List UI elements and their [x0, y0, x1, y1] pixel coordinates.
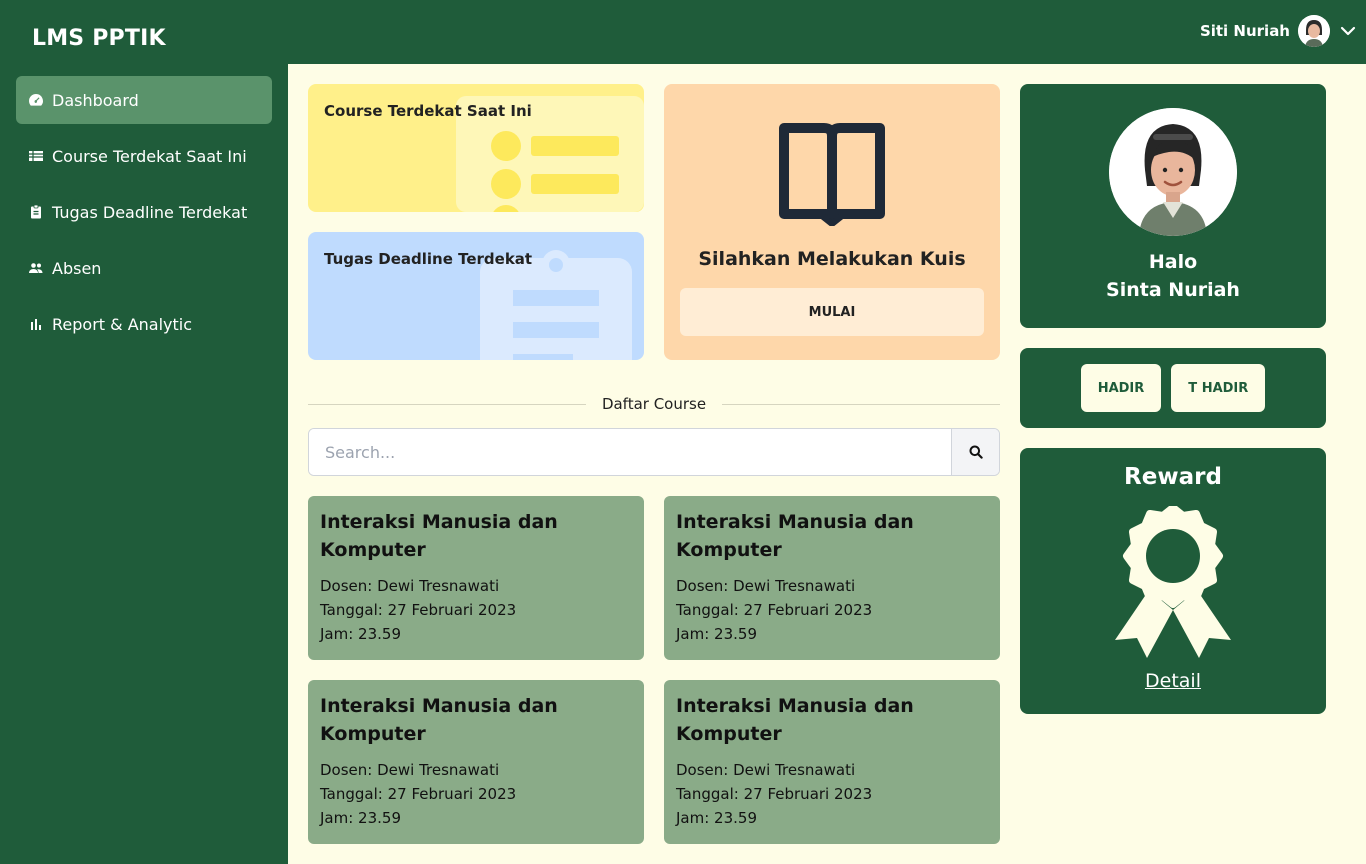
clipboard-icon — [31, 204, 41, 219]
chevron-down-icon[interactable] — [1338, 21, 1358, 41]
sidebar: Dashboard Course Terdekat Saat Ini Tugas… — [0, 64, 288, 864]
course-card[interactable]: Interaksi Manusia dan Komputer Dosen: De… — [308, 680, 644, 844]
course-card[interactable]: Interaksi Manusia dan Komputer Dosen: De… — [664, 496, 1000, 660]
course-terdekat-title: Course Terdekat Saat Ini — [324, 102, 532, 120]
kuis-title: Silahkan Melakukan Kuis — [698, 248, 966, 270]
search-bar — [308, 428, 1000, 476]
profile-name: Sinta Nuriah — [1106, 279, 1240, 301]
mulai-button[interactable]: MULAI — [680, 288, 984, 336]
profile-greeting: Halo — [1148, 251, 1198, 273]
app-brand[interactable]: LMS PPTIK — [32, 26, 166, 51]
course-section-divider: Daftar Course — [308, 392, 1001, 416]
sidebar-item-tugas-deadline[interactable]: Tugas Deadline Terdekat — [16, 188, 272, 236]
user-menu[interactable]: Siti Nuriah — [1200, 15, 1358, 47]
search-icon — [969, 445, 983, 459]
profile-avatar — [1109, 108, 1237, 236]
sidebar-item-absen[interactable]: Absen — [16, 244, 272, 292]
search-input[interactable] — [309, 429, 951, 475]
sidebar-item-label: Absen — [52, 258, 102, 278]
open-book-icon — [779, 123, 885, 226]
sidebar-item-dashboard[interactable]: Dashboard — [16, 76, 272, 124]
sidebar-item-label: Report & Analytic — [52, 314, 193, 334]
reward-card: Reward Detail — [1020, 448, 1326, 714]
sidebar-item-label: Course Terdekat Saat Ini — [52, 146, 247, 166]
course-jam: Jam: 23.59 — [320, 809, 401, 827]
course-jam: Jam: 23.59 — [676, 809, 757, 827]
course-dosen: Dosen: Dewi Tresnawati — [676, 761, 856, 779]
people-icon — [29, 263, 43, 273]
course-jam: Jam: 23.59 — [676, 625, 757, 643]
sidebar-item-label: Tugas Deadline Terdekat — [52, 202, 248, 222]
reward-detail-link[interactable]: Detail — [1020, 670, 1326, 692]
sidebar-item-report-analytic[interactable]: Report & Analytic — [16, 300, 272, 348]
top-bar: LMS PPTIK Siti Nuriah — [0, 0, 1366, 64]
course-title: Interaksi Manusia dan Komputer — [676, 511, 914, 561]
award-ribbon-icon — [1115, 506, 1231, 658]
attendance-card: HADIR T HADIR — [1020, 348, 1326, 428]
tugas-deadline-card[interactable]: Tugas Deadline Terdekat — [308, 232, 644, 360]
course-tanggal: Tanggal: 27 Februari 2023 — [320, 601, 517, 619]
course-jam: Jam: 23.59 — [320, 625, 401, 643]
course-section-label: Daftar Course — [601, 395, 707, 413]
hadir-button[interactable]: HADIR — [1080, 364, 1162, 412]
tidak-hadir-button[interactable]: T HADIR — [1171, 364, 1266, 412]
divider-line — [722, 403, 1001, 405]
course-terdekat-card[interactable]: Course Terdekat Saat Ini — [308, 84, 644, 212]
list-icon — [29, 151, 43, 161]
course-title: Interaksi Manusia dan Komputer — [676, 695, 914, 745]
profile-card: Halo Sinta Nuriah — [1020, 84, 1326, 328]
course-card[interactable]: Interaksi Manusia dan Komputer Dosen: De… — [308, 496, 644, 660]
course-dosen: Dosen: Dewi Tresnawati — [320, 761, 500, 779]
search-button[interactable] — [951, 429, 999, 475]
course-title: Interaksi Manusia dan Komputer — [320, 695, 558, 745]
reward-title: Reward — [1124, 464, 1222, 490]
course-card[interactable]: Interaksi Manusia dan Komputer Dosen: De… — [664, 680, 1000, 844]
user-name: Siti Nuriah — [1199, 22, 1290, 40]
user-avatar — [1298, 15, 1330, 47]
course-tanggal: Tanggal: 27 Februari 2023 — [676, 601, 873, 619]
divider-line — [308, 403, 586, 405]
bar-chart-icon — [31, 319, 41, 330]
sidebar-item-course-terdekat[interactable]: Course Terdekat Saat Ini — [16, 132, 272, 180]
kuis-card: Silahkan Melakukan Kuis MULAI — [664, 84, 1000, 360]
course-dosen: Dosen: Dewi Tresnawati — [320, 577, 500, 595]
dashboard-icon — [29, 94, 43, 106]
course-title: Interaksi Manusia dan Komputer — [320, 511, 558, 561]
tugas-deadline-title: Tugas Deadline Terdekat — [324, 250, 533, 268]
course-dosen: Dosen: Dewi Tresnawati — [676, 577, 856, 595]
sidebar-item-label: Dashboard — [52, 90, 139, 110]
course-tanggal: Tanggal: 27 Februari 2023 — [320, 785, 517, 803]
course-tanggal: Tanggal: 27 Februari 2023 — [676, 785, 873, 803]
